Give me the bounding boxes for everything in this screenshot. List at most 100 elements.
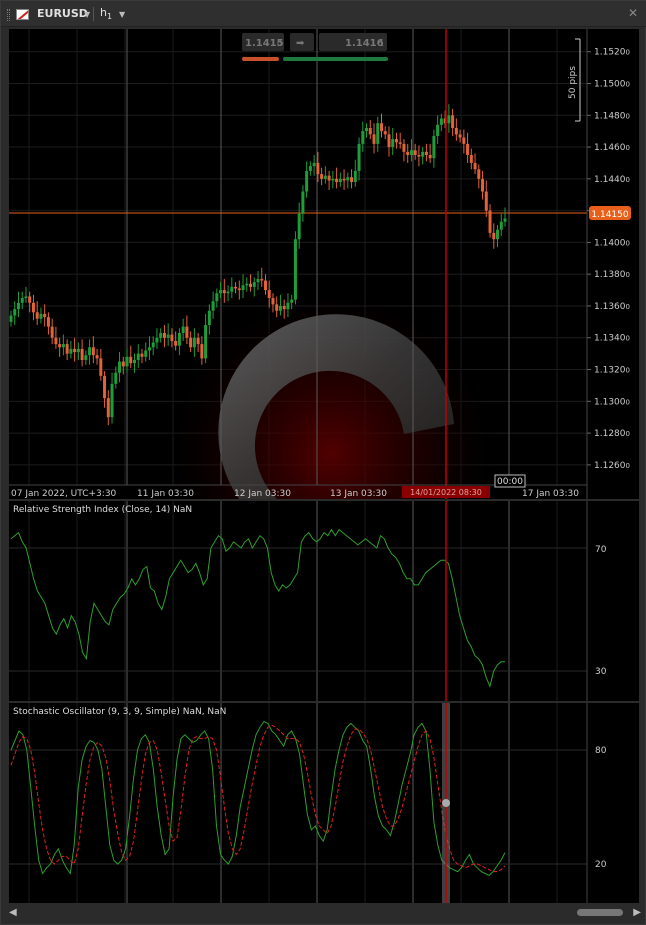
candle-body <box>301 191 305 214</box>
buy-pip: 1 <box>379 39 384 48</box>
candle-body <box>50 326 54 338</box>
candle-body <box>428 155 432 159</box>
symbol-selector[interactable]: EURUSD <box>37 7 88 20</box>
candle-body <box>207 310 211 326</box>
sell-volume-bar <box>242 57 279 61</box>
candle-body <box>222 290 226 294</box>
rsi-grid <box>9 501 587 701</box>
stochastic-k-line <box>10 720 506 877</box>
candle-body <box>305 170 309 192</box>
current-price-value: 1.14150 <box>591 210 628 220</box>
candle-body <box>177 332 181 346</box>
candle-body <box>76 348 80 353</box>
candle-body <box>133 359 136 364</box>
candle-body <box>204 325 208 359</box>
candle-body <box>387 134 391 148</box>
candle-body <box>338 178 342 183</box>
candle-body <box>28 296 32 303</box>
candle-body <box>35 312 39 319</box>
stochastic-chart[interactable]: Stochastic Oscillator (9, 3, 9, Simple) … <box>9 703 639 903</box>
price-panel[interactable]: 1.152001.150001.148001.146001.144001.142… <box>9 29 639 624</box>
current-price-tag: 1.14150 <box>589 206 631 220</box>
candle-body <box>436 124 440 136</box>
candle-body <box>406 151 410 156</box>
candle-body <box>327 175 331 181</box>
timeframe-dropdown-icon[interactable]: ▼ <box>119 10 125 19</box>
buy-price: 1.1416 <box>345 38 384 49</box>
candle-body <box>73 348 77 353</box>
candle-body <box>477 169 481 179</box>
candle-body <box>308 166 312 171</box>
stochastic-level-80: 80 <box>595 746 607 756</box>
candle-body <box>275 304 279 311</box>
candle-body <box>181 326 185 333</box>
candle-body <box>312 162 316 167</box>
candle-body <box>249 283 253 287</box>
candle-body <box>342 178 346 181</box>
drag-grip-icon[interactable] <box>7 9 10 21</box>
rsi-panel[interactable]: Relative Strength Index (Close, 14) NaN … <box>9 501 639 701</box>
candle-body <box>241 285 245 291</box>
crosshair-handle-knob[interactable] <box>442 799 450 807</box>
candle-body <box>54 337 58 345</box>
candle-body <box>155 337 159 343</box>
candle-body <box>290 299 294 303</box>
candle-body <box>136 353 140 360</box>
candle-body <box>140 353 144 357</box>
candle-body <box>211 301 215 311</box>
scroll-thumb[interactable] <box>577 909 623 916</box>
scroll-left-icon[interactable]: ◀ <box>9 907 17 918</box>
candle-body <box>88 347 92 356</box>
candle-body <box>91 347 95 356</box>
candle-body <box>20 298 24 303</box>
sell-pip: 0 <box>277 39 282 48</box>
candle-body <box>458 134 462 138</box>
pip-scale-label: 50 pips <box>568 66 578 99</box>
candle-body <box>263 280 267 291</box>
candle-body <box>185 326 189 338</box>
candle-body <box>492 232 496 240</box>
candle-body <box>237 288 241 291</box>
price-tick-label: 1.13400 <box>594 334 630 344</box>
timeframe-selector[interactable]: h1 <box>100 6 112 21</box>
candle-body <box>245 283 249 286</box>
candle-body <box>80 348 84 360</box>
candle-body <box>496 229 500 240</box>
candle-body <box>380 123 383 132</box>
candle-body <box>413 150 417 156</box>
candle-body <box>271 298 275 305</box>
price-tick-label: 1.12600 <box>594 461 630 471</box>
rsi-title: Relative Strength Index (Close, 14) NaN <box>13 505 192 515</box>
symbol-dropdown-icon[interactable]: ▼ <box>84 10 90 19</box>
price-tick-label: 1.14800 <box>594 111 630 121</box>
quick-trade-panel[interactable]: 1.1415 0 ➡ 1.1416 1 <box>242 33 388 61</box>
candle-body <box>234 286 238 289</box>
horizontal-scrollbar[interactable]: ◀ ▶ <box>9 906 641 920</box>
rsi-chart[interactable]: Relative Strength Index (Close, 14) NaN … <box>9 501 639 701</box>
timeframe-label: h <box>100 6 107 19</box>
price-chart[interactable]: 1.152001.150001.148001.146001.144001.142… <box>9 29 639 624</box>
candle-body <box>417 155 421 157</box>
candle-body <box>95 355 99 359</box>
candle-body <box>466 143 470 156</box>
candle-body <box>58 344 62 348</box>
candle-body <box>219 290 223 294</box>
close-icon[interactable]: ✕ <box>628 6 638 20</box>
candle-body <box>320 174 324 179</box>
candle-body <box>473 162 477 170</box>
candle-body <box>174 340 178 346</box>
stochastic-grid <box>9 703 587 903</box>
candle-body <box>61 344 65 348</box>
price-tick-label: 1.12800 <box>594 429 630 439</box>
candle-body <box>409 150 413 156</box>
chart-window: EURUSD ▼ h1 ▼ ✕ 1.15200 1.15000 1.14800 … <box>0 0 646 925</box>
candle-body <box>391 139 395 148</box>
stochastic-panel[interactable]: Stochastic Oscillator (9, 3, 9, Simple) … <box>9 703 639 903</box>
price-tick-label: 1.13800 <box>594 270 630 280</box>
candle-body <box>170 334 174 341</box>
eurusd-flag-icon <box>16 9 29 20</box>
candle-body <box>424 151 428 156</box>
price-tick-label: 1.13200 <box>594 366 630 376</box>
candle-body <box>372 134 376 144</box>
scroll-right-icon[interactable]: ▶ <box>633 907 641 918</box>
